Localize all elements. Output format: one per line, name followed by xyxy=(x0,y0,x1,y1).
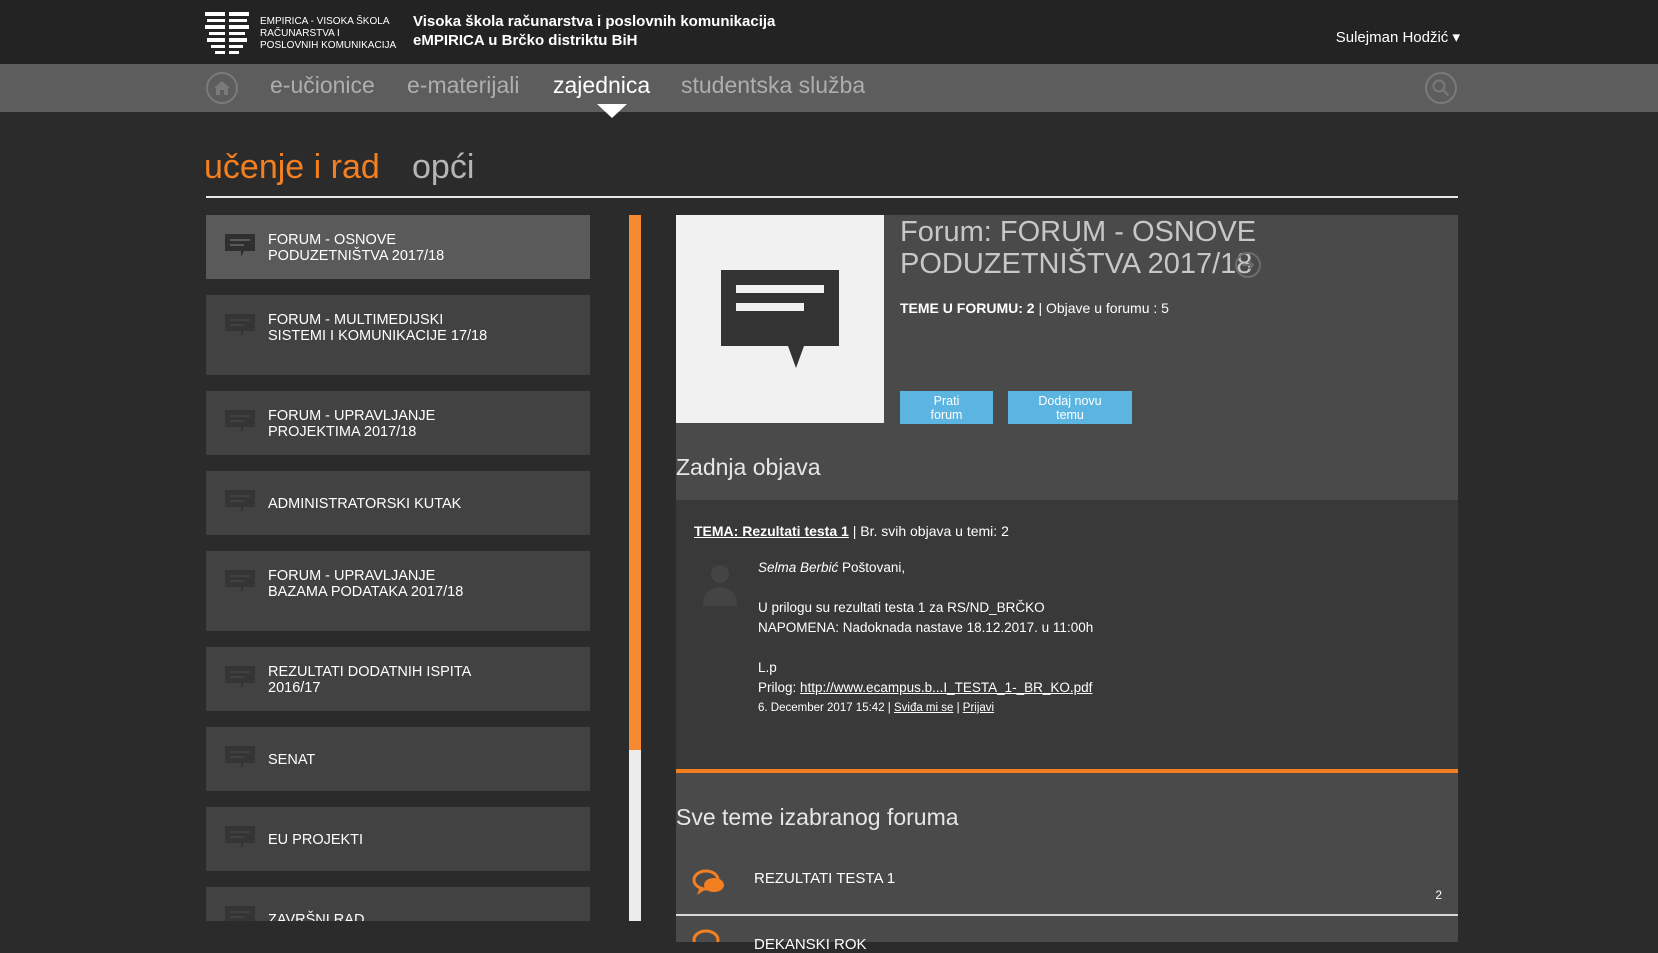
forum-icon xyxy=(225,826,255,849)
forum-large-icon xyxy=(721,270,839,368)
search-button[interactable] xyxy=(1425,72,1457,104)
forum-item-title: FORUM - MULTIMEDIJSKI SISTEMI I KOMUNIKA… xyxy=(268,312,488,344)
author-avatar xyxy=(703,565,737,606)
forum-title: Forum: FORUM - OSNOVE PODUZETNIŠTVA 2017… xyxy=(900,216,1257,280)
school-name-line1: Visoka škola računarstva i poslovnih kom… xyxy=(413,13,776,30)
post-author: Selma Berbić xyxy=(758,560,839,575)
post-attachment-label: Prilog: xyxy=(758,680,801,695)
forum-item-title: EU PROJEKTI xyxy=(268,832,364,848)
school-name: Visoka škola računarstva i poslovnih kom… xyxy=(413,12,775,50)
forum-posts-count: | Objave u forumu : 5 xyxy=(1034,300,1169,316)
post-body: Selma Berbić Poštovani, U prilogu su rez… xyxy=(758,558,1418,718)
forum-list-scrollbar-thumb[interactable] xyxy=(629,215,641,750)
forum-item-title: SENAT xyxy=(268,752,316,768)
forum-item[interactable]: ADMINISTRATORSKI KUTAK xyxy=(206,471,590,535)
forum-item[interactable]: ZAVRŠNI RAD xyxy=(206,887,590,921)
forum-item[interactable]: FORUM - UPRAVLJANJE PROJEKTIMA 2017/18 xyxy=(206,391,590,455)
all-topics-heading: Sve teme izabranog foruma xyxy=(676,804,959,830)
forum-icon xyxy=(225,906,255,921)
accent-divider xyxy=(676,769,1458,773)
forum-icon xyxy=(225,746,255,769)
add-topic-button[interactable]: Dodaj novu temu xyxy=(1008,391,1132,424)
post-author-line: Selma Berbić Poštovani, xyxy=(758,558,1418,578)
active-nav-indicator xyxy=(597,104,627,118)
forum-list: FORUM - OSNOVE PODUZETNIŠTVA 2017/18 FOR… xyxy=(206,215,590,921)
post-text-line: U prilogu su rezultati testa 1 za RS/ND_… xyxy=(758,600,1045,615)
forum-image xyxy=(676,215,884,423)
search-icon xyxy=(1432,79,1450,97)
forum-icon xyxy=(225,666,255,689)
home-button[interactable] xyxy=(206,72,238,104)
post-text-line: NAPOMENA: Nadoknada nastave 18.12.2017. … xyxy=(758,620,1094,635)
post-date: 6. December 2017 15:42 | xyxy=(758,702,894,714)
forum-item[interactable]: FORUM - UPRAVLJANJE BAZAMA PODATAKA 2017… xyxy=(206,551,590,631)
forum-icon xyxy=(225,490,255,513)
report-link[interactable]: Prijavi xyxy=(963,702,994,714)
forum-item-title: REZULTATI DODATNIH ISPITA 2016/17 xyxy=(268,664,471,696)
section-divider xyxy=(206,196,1458,198)
post-attachment-line: Prilog: http://www.ecampus.b...I_TESTA_1… xyxy=(758,678,1418,698)
forum-icon xyxy=(225,234,255,257)
arrow-right-icon xyxy=(1242,260,1255,270)
nav-e-ucionice[interactable]: e-učionice xyxy=(270,72,375,99)
topic-title: REZULTATI TESTA 1 xyxy=(754,870,896,887)
post-text-line: L.p xyxy=(758,660,777,675)
home-icon xyxy=(214,81,230,95)
topic-chat-icon xyxy=(692,869,724,895)
forum-item[interactable]: SENAT xyxy=(206,727,590,791)
nav-e-materijali[interactable]: e-materijali xyxy=(407,72,519,99)
user-menu[interactable]: Sulejman Hodžić ▾ xyxy=(1336,28,1460,46)
topic-row[interactable]: REZULTATI TESTA 1 2 xyxy=(676,856,1458,916)
follow-forum-button[interactable]: Prati forum xyxy=(900,391,993,424)
post-attachment-link[interactable]: http://www.ecampus.b...I_TESTA_1-_BR_KO.… xyxy=(800,680,1092,695)
post-meta: 6. December 2017 15:42 | Sviđa mi se | P… xyxy=(758,698,1418,718)
forum-open-button[interactable] xyxy=(1235,252,1261,278)
forum-item-title: ZAVRŠNI RAD xyxy=(268,912,365,921)
like-link[interactable]: Sviđa mi se xyxy=(894,702,953,714)
forum-item-title: FORUM - UPRAVLJANJE BAZAMA PODATAKA 2017… xyxy=(268,568,464,600)
topic-title: DEKANSKI ROK xyxy=(754,936,867,953)
nav-studentska-sluzba[interactable]: studentska služba xyxy=(681,72,865,99)
post-topic-link[interactable]: TEMA: Rezultati testa 1 xyxy=(694,523,849,539)
tab-ucenje-i-rad[interactable]: učenje i rad xyxy=(204,148,380,187)
forum-icon xyxy=(225,410,255,433)
forum-stats: TEME U FORUMU: 2 | Objave u forumu : 5 xyxy=(900,300,1169,316)
topic-row[interactable]: DEKANSKI ROK xyxy=(676,916,1458,953)
post-greeting: Poštovani, xyxy=(838,560,906,575)
post-topic-line: TEMA: Rezultati testa 1 | Br. svih objav… xyxy=(694,523,1009,539)
forum-item[interactable]: FORUM - OSNOVE PODUZETNIŠTVA 2017/18 xyxy=(206,215,590,279)
forum-icon xyxy=(225,570,255,593)
topic-post-count: 2 xyxy=(1435,888,1442,902)
forum-topics-count: TEME U FORUMU: 2 xyxy=(900,300,1035,316)
forum-item-title: ADMINISTRATORSKI KUTAK xyxy=(268,496,462,512)
forum-item-title: FORUM - OSNOVE PODUZETNIŠTVA 2017/18 xyxy=(268,232,445,264)
last-post-heading: Zadnja objava xyxy=(676,454,821,480)
topic-chat-icon xyxy=(692,929,720,942)
tab-opci[interactable]: opći xyxy=(412,148,474,187)
forum-icon xyxy=(225,314,255,337)
forum-item-title: FORUM - UPRAVLJANJE PROJEKTIMA 2017/18 xyxy=(268,408,436,440)
forum-item[interactable]: EU PROJEKTI xyxy=(206,807,590,871)
forum-item[interactable]: REZULTATI DODATNIH ISPITA 2016/17 xyxy=(206,647,590,711)
school-logo[interactable] xyxy=(205,10,249,56)
post-meta-separator: | xyxy=(953,702,963,714)
nav-zajednica[interactable]: zajednica xyxy=(553,72,650,99)
post-topic-count: | Br. svih objava u temi: 2 xyxy=(848,523,1009,539)
logo-text: eMPIRICA - Visoka škola računarstva i po… xyxy=(260,16,397,51)
forum-item[interactable]: FORUM - MULTIMEDIJSKI SISTEMI I KOMUNIKA… xyxy=(206,295,590,375)
school-name-line2: eMPIRICA u Brčko distriktu BiH xyxy=(413,32,638,49)
